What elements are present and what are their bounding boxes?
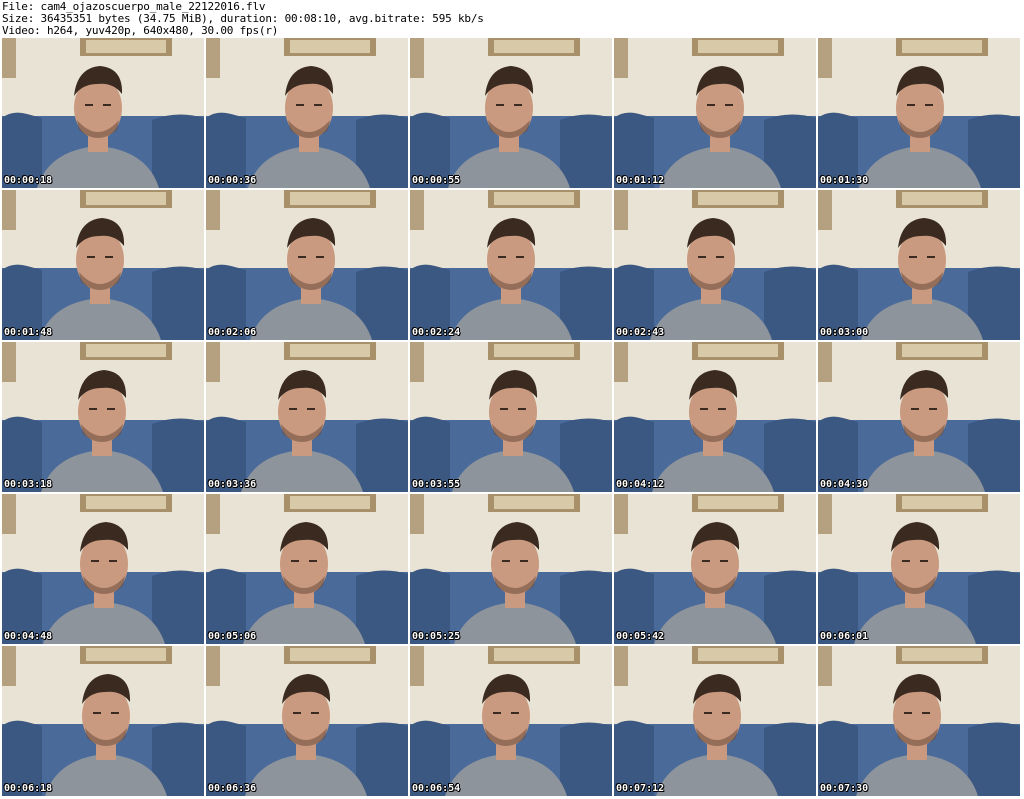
- thumbnail-timestamp: 00:00:18: [4, 175, 53, 186]
- thumbnail-grid: 00:00:18 00:00:36 00:00:55 00:01:12 00:0…: [0, 38, 1024, 799]
- thumbnail-timestamp: 00:05:42: [616, 631, 665, 642]
- video-frame-image: [206, 38, 408, 188]
- video-frame-image: [410, 190, 612, 340]
- video-frame-image: [818, 494, 1020, 644]
- thumbnail-timestamp: 00:01:30: [820, 175, 869, 186]
- thumbnail-frame: 00:05:25: [410, 494, 612, 644]
- video-frame-image: [818, 190, 1020, 340]
- thumbnail-timestamp: 00:06:54: [412, 783, 461, 794]
- thumbnail-timestamp: 00:01:48: [4, 327, 53, 338]
- thumbnail-timestamp: 00:02:06: [208, 327, 257, 338]
- thumbnail-frame: 00:07:30: [818, 646, 1020, 796]
- video-frame-image: [818, 342, 1020, 492]
- thumbnail-frame: 00:02:06: [206, 190, 408, 340]
- thumbnail-timestamp: 00:02:24: [412, 327, 461, 338]
- video-frame-image: [614, 38, 816, 188]
- video-frame-image: [2, 190, 204, 340]
- thumbnail-frame: 00:00:18: [2, 38, 204, 188]
- thumbnail-frame: 00:00:55: [410, 38, 612, 188]
- thumbnail-frame: 00:05:42: [614, 494, 816, 644]
- thumbnail-frame: 00:06:18: [2, 646, 204, 796]
- video-frame-image: [410, 646, 612, 796]
- thumbnail-timestamp: 00:06:18: [4, 783, 53, 794]
- file-info-header: File: cam4_ojazoscuerpo_male_22122016.fl…: [0, 0, 1024, 38]
- thumbnail-frame: 00:05:06: [206, 494, 408, 644]
- thumbnail-frame: 00:01:30: [818, 38, 1020, 188]
- thumbnail-frame: 00:03:00: [818, 190, 1020, 340]
- thumbnail-timestamp: 00:07:12: [616, 783, 665, 794]
- thumbnail-frame: 00:03:36: [206, 342, 408, 492]
- thumbnail-timestamp: 00:06:36: [208, 783, 257, 794]
- thumbnail-frame: 00:04:30: [818, 342, 1020, 492]
- thumbnail-timestamp: 00:07:30: [820, 783, 869, 794]
- video-frame-image: [614, 494, 816, 644]
- video-frame-image: [206, 646, 408, 796]
- video-frame-image: [818, 38, 1020, 188]
- video-frame-image: [818, 646, 1020, 796]
- thumbnail-frame: 00:01:48: [2, 190, 204, 340]
- thumbnail-timestamp: 00:04:48: [4, 631, 53, 642]
- thumbnail-frame: 00:04:48: [2, 494, 204, 644]
- thumbnail-frame: 00:04:12: [614, 342, 816, 492]
- thumbnail-timestamp: 00:03:55: [412, 479, 461, 490]
- video-frame-image: [614, 342, 816, 492]
- video-frame-image: [2, 646, 204, 796]
- video-frame-image: [614, 190, 816, 340]
- video-frame-image: [2, 494, 204, 644]
- thumbnail-frame: 00:03:55: [410, 342, 612, 492]
- video-frame-image: [2, 38, 204, 188]
- thumbnail-timestamp: 00:05:25: [412, 631, 461, 642]
- thumbnail-frame: 00:00:36: [206, 38, 408, 188]
- thumbnail-frame: 00:01:12: [614, 38, 816, 188]
- thumbnail-timestamp: 00:05:06: [208, 631, 257, 642]
- video-frame-image: [410, 494, 612, 644]
- video-frame-image: [410, 342, 612, 492]
- thumbnail-timestamp: 00:04:30: [820, 479, 869, 490]
- video-frame-image: [206, 190, 408, 340]
- video-info-line: Video: h264, yuv420p, 640x480, 30.00 fps…: [2, 24, 279, 37]
- thumbnail-frame: 00:03:18: [2, 342, 204, 492]
- video-frame-image: [410, 38, 612, 188]
- thumbnail-timestamp: 00:03:00: [820, 327, 869, 338]
- video-frame-image: [206, 494, 408, 644]
- thumbnail-timestamp: 00:04:12: [616, 479, 665, 490]
- thumbnail-frame: 00:02:24: [410, 190, 612, 340]
- video-frame-image: [206, 342, 408, 492]
- video-frame-image: [2, 342, 204, 492]
- thumbnail-timestamp: 00:03:18: [4, 479, 53, 490]
- video-frame-image: [614, 646, 816, 796]
- thumbnail-frame: 00:02:43: [614, 190, 816, 340]
- thumbnail-frame: 00:07:12: [614, 646, 816, 796]
- thumbnail-frame: 00:06:36: [206, 646, 408, 796]
- thumbnail-timestamp: 00:01:12: [616, 175, 665, 186]
- thumbnail-frame: 00:06:54: [410, 646, 612, 796]
- thumbnail-timestamp: 00:00:36: [208, 175, 257, 186]
- thumbnail-frame: 00:06:01: [818, 494, 1020, 644]
- thumbnail-timestamp: 00:02:43: [616, 327, 665, 338]
- thumbnail-timestamp: 00:03:36: [208, 479, 257, 490]
- thumbnail-timestamp: 00:00:55: [412, 175, 461, 186]
- thumbnail-timestamp: 00:06:01: [820, 631, 869, 642]
